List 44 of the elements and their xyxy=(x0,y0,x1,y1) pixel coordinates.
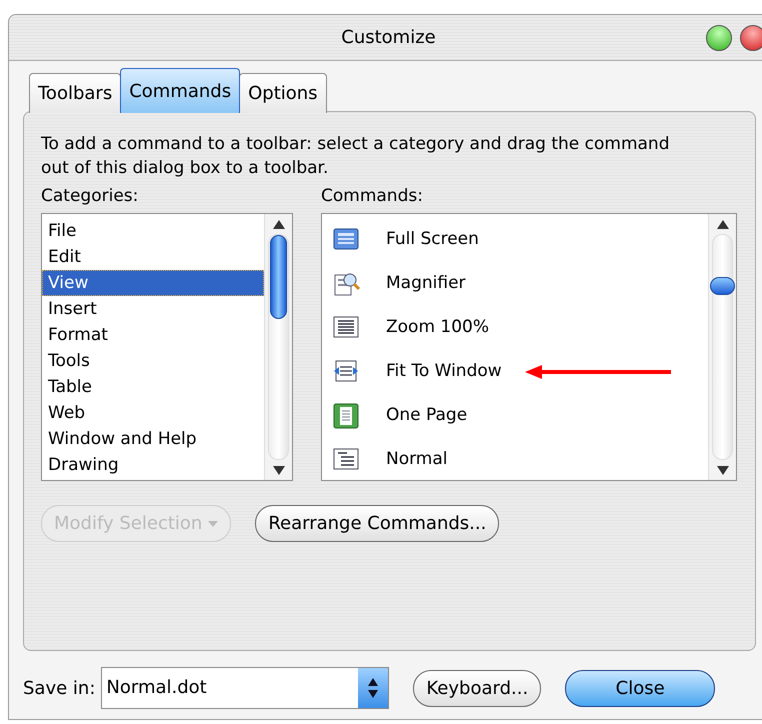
category-item[interactable]: Insert xyxy=(42,296,264,322)
tab[interactable]: Commands xyxy=(120,68,240,113)
tab[interactable]: Toolbars xyxy=(29,73,122,113)
tab[interactable]: Options xyxy=(239,73,327,113)
scroll-thumb[interactable] xyxy=(270,235,287,319)
commands-label: Commands: xyxy=(321,185,424,208)
scroll-thumb[interactable] xyxy=(710,277,735,295)
command-item[interactable]: Fit To Window xyxy=(386,359,502,385)
category-item[interactable]: Window and Help xyxy=(42,426,264,452)
save-in-dropdown[interactable]: Normal.dot xyxy=(101,667,390,709)
up-arrow-icon[interactable] xyxy=(716,218,730,230)
zoom-button[interactable] xyxy=(706,25,732,51)
window-title: Customize xyxy=(341,26,436,50)
command-item[interactable]: Zoom 100% xyxy=(386,315,490,341)
push-button[interactable]: Keyboard... xyxy=(413,670,542,706)
category-item[interactable]: Drawing xyxy=(42,452,264,478)
category-item[interactable]: Format xyxy=(42,322,264,348)
instructions-text: To add a command to a toolbar: select a category and drag the command out of this dialog box to a toolbar. xyxy=(41,133,670,180)
magnifier-icon xyxy=(332,271,360,297)
category-item[interactable]: Edit xyxy=(42,244,264,270)
categories-label: Categories: xyxy=(41,185,140,208)
scrollbar[interactable] xyxy=(708,214,736,480)
command-item[interactable]: Full Screen xyxy=(386,227,479,253)
category-item[interactable]: File xyxy=(42,218,264,244)
up-arrow-icon[interactable] xyxy=(272,218,286,230)
save-in-label: Save in: xyxy=(23,676,96,700)
close-dialog-button[interactable]: Close xyxy=(565,670,716,706)
command-item[interactable]: Magnifier xyxy=(386,271,466,297)
command-item[interactable]: One Page xyxy=(386,403,468,429)
category-item[interactable]: Web xyxy=(42,400,264,426)
categories-list[interactable]: File Edit View Insert Format Tools Table Web Window and Help Drawing xyxy=(41,213,293,481)
down-arrow-icon[interactable] xyxy=(272,464,286,476)
commands-list[interactable]: Full Screen Magnifier Zoom 100% Fit To Window One Page Normal xyxy=(321,213,737,481)
scrollbar[interactable] xyxy=(264,214,292,480)
caret-icon xyxy=(208,521,218,528)
category-item[interactable]: View xyxy=(42,270,264,296)
category-item[interactable]: Table xyxy=(42,374,264,400)
close-button[interactable] xyxy=(740,25,762,51)
category-item[interactable]: Tools xyxy=(42,348,264,374)
page-icon xyxy=(332,403,360,429)
updown-icon xyxy=(367,677,380,699)
push-button[interactable]: Rearrange Commands... xyxy=(255,505,500,542)
down-arrow-icon[interactable] xyxy=(716,464,730,476)
command-item[interactable]: Normal xyxy=(386,447,448,473)
